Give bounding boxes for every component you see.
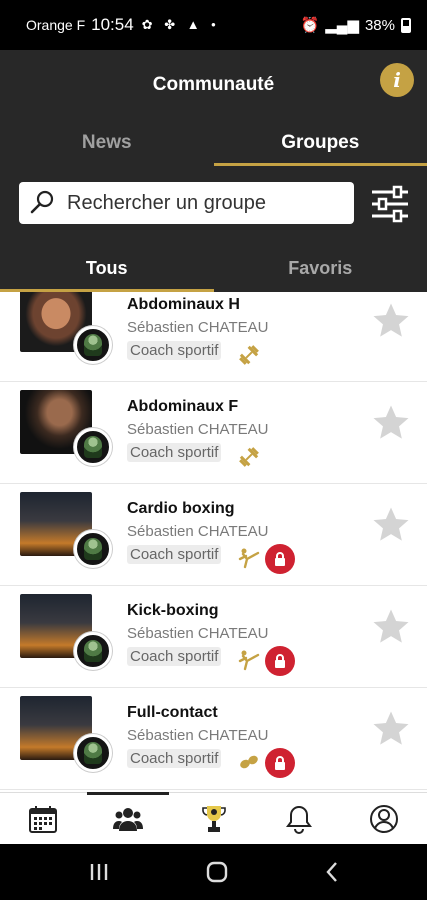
- group-coach: Sébastien CHATEAU: [127, 421, 269, 438]
- community-icon: [113, 807, 144, 831]
- search-input[interactable]: [67, 191, 337, 215]
- group-item-full-contact[interactable]: Full-contact Sébastien CHATEAU Coach spo…: [0, 688, 427, 790]
- group-tag: Coach sportif: [127, 749, 222, 768]
- bottom-nav: [0, 792, 427, 844]
- nav-community[interactable]: [85, 792, 170, 844]
- recent-apps-icon[interactable]: [88, 862, 110, 882]
- group-name: Kick-boxing: [127, 602, 219, 619]
- notification-icons: ✿ ✤ ▲ •: [141, 17, 220, 32]
- coach-avatar: [74, 530, 112, 568]
- lock-icon: [265, 748, 295, 778]
- search-row: [0, 182, 427, 226]
- status-right: ⏰ ▂▄▆ 38%: [301, 16, 411, 34]
- tab-groupes[interactable]: Groupes: [213, 122, 427, 166]
- coach-avatar: [74, 632, 112, 670]
- filter-icon[interactable]: [370, 184, 410, 224]
- profile-icon: [370, 804, 399, 833]
- calendar-icon: [28, 805, 57, 833]
- tab-favoris[interactable]: Favoris: [214, 254, 427, 292]
- group-name: Full-contact: [127, 704, 218, 721]
- page-title: Communauté: [152, 74, 275, 95]
- group-name: Abdominaux F: [127, 398, 239, 415]
- kick-icon: [238, 650, 260, 671]
- group-item-kick-boxing[interactable]: Kick-boxing Sébastien CHATEAU Coach spor…: [0, 586, 427, 688]
- group-coach: Sébastien CHATEAU: [127, 625, 269, 642]
- favorite-star-icon[interactable]: [370, 300, 412, 342]
- coach-avatar: [74, 734, 112, 772]
- group-item-abdominaux-f[interactable]: Abdominaux F Sébastien CHATEAU Coach spo…: [0, 382, 427, 484]
- group-tag: Coach sportif: [127, 647, 222, 666]
- dumbbell-icon: [239, 447, 259, 467]
- group-name: Abdominaux H: [127, 296, 240, 313]
- bell-icon: [285, 805, 312, 834]
- coach-avatar: [74, 428, 112, 466]
- battery-percent: 38%: [364, 16, 395, 34]
- system-navigation: [0, 844, 427, 900]
- tab-tous[interactable]: Tous: [0, 254, 214, 292]
- boxing-gloves-icon: [240, 755, 258, 769]
- battery-icon: [401, 17, 411, 33]
- info-icon[interactable]: i: [380, 63, 414, 97]
- group-coach: Sébastien CHATEAU: [127, 319, 269, 336]
- group-item-abdominaux-h[interactable]: Abdominaux H Sébastien CHATEAU Coach spo…: [0, 292, 427, 382]
- sub-tabs: Tous Favoris: [0, 254, 427, 292]
- back-icon[interactable]: [324, 861, 340, 883]
- home-icon[interactable]: [205, 860, 229, 884]
- group-item-cardio-boxing[interactable]: Cardio boxing Sébastien CHATEAU Coach sp…: [0, 484, 427, 586]
- lock-icon: [265, 544, 295, 574]
- group-coach: Sébastien CHATEAU: [127, 523, 269, 540]
- nav-notifications[interactable]: [256, 793, 341, 844]
- nav-calendar[interactable]: [0, 793, 85, 844]
- lock-icon: [265, 646, 295, 676]
- favorite-star-icon[interactable]: [370, 708, 412, 750]
- group-tag: Coach sportif: [127, 443, 222, 462]
- favorite-star-icon[interactable]: [370, 402, 412, 444]
- group-coach: Sébastien CHATEAU: [127, 727, 269, 744]
- status-time: 10:54: [91, 15, 134, 34]
- favorite-star-icon[interactable]: [370, 606, 412, 648]
- dumbbell-icon: [239, 345, 259, 365]
- group-name: Cardio boxing: [127, 500, 235, 517]
- header: Communauté i News Groupes Tous Favoris: [0, 50, 427, 292]
- alarm-icon: ⏰: [300, 17, 320, 34]
- nav-trophy[interactable]: [171, 793, 256, 844]
- search-icon: [30, 190, 54, 214]
- favorite-star-icon[interactable]: [370, 504, 412, 546]
- carrier-label: Orange F: [26, 17, 86, 33]
- coach-avatar: [74, 326, 112, 364]
- group-tag: Coach sportif: [127, 341, 222, 360]
- top-tabs: News Groupes: [0, 122, 427, 166]
- tab-news[interactable]: News: [0, 122, 214, 166]
- nav-profile[interactable]: [342, 793, 427, 844]
- status-bar: Orange F 10:54 ✿ ✤ ▲ • ⏰ ▂▄▆ 38%: [0, 0, 427, 50]
- signal-icon: ▂▄▆: [325, 17, 359, 34]
- search-box[interactable]: [19, 182, 354, 224]
- kick-icon: [238, 548, 260, 569]
- group-tag: Coach sportif: [127, 545, 222, 564]
- group-list: Abdominaux H Sébastien CHATEAU Coach spo…: [0, 292, 427, 792]
- trophy-icon: [201, 805, 226, 832]
